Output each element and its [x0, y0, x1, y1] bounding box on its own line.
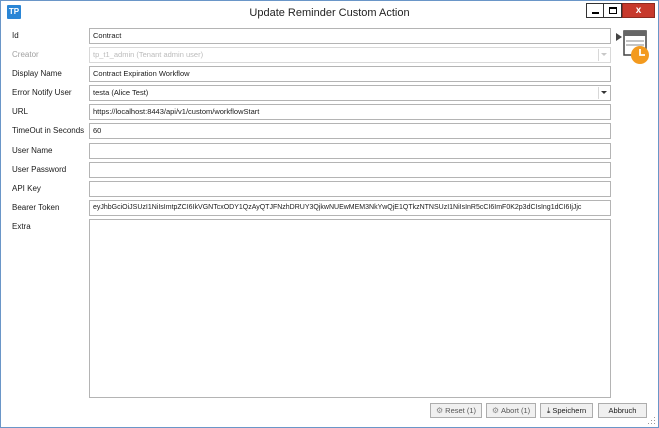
dropdown-separator: [598, 87, 599, 99]
window-title: Update Reminder Custom Action: [249, 7, 410, 19]
bearer-token-field[interactable]: eyJhbGciOiJSUzI1NiIsImtpZCI6IkVGNTcxODY1…: [89, 200, 611, 216]
id-label: Id: [12, 31, 19, 40]
title-bar[interactable]: TP Update Reminder Custom Action x: [1, 1, 658, 25]
maximize-button[interactable]: [604, 3, 622, 18]
resize-grip-icon[interactable]: [648, 417, 656, 425]
url-label: URL: [12, 107, 29, 116]
chevron-down-icon[interactable]: [601, 91, 607, 94]
cancel-button-label: Abbruch: [608, 406, 637, 415]
user-name-label: User Name: [12, 146, 53, 155]
id-field[interactable]: Contract: [89, 28, 611, 44]
gear-icon: ⚙: [435, 405, 444, 415]
dialog-window: TP Update Reminder Custom Action x Id Co…: [0, 0, 659, 428]
reset-button-label: Reset (1): [445, 406, 476, 415]
close-icon: x: [635, 4, 642, 16]
abort-button[interactable]: ⚙ Abort (1): [486, 403, 536, 418]
save-button-label: Speichern: [552, 406, 587, 415]
minimize-button[interactable]: [586, 3, 604, 18]
extra-textarea[interactable]: [89, 219, 611, 398]
url-field[interactable]: https://localhost:8443/api/v1/custom/wor…: [89, 104, 611, 120]
gear-icon: ⚙: [491, 405, 499, 415]
timeout-label: TimeOut in Seconds: [12, 126, 85, 135]
minimize-icon: [591, 12, 599, 14]
abort-button-label: Abort (1): [500, 406, 531, 415]
scheduled-action-icon: [616, 30, 649, 64]
close-button[interactable]: x: [622, 3, 655, 18]
display-name-label: Display Name: [12, 69, 62, 78]
user-password-label: User Password: [12, 165, 67, 174]
user-name-field[interactable]: [89, 143, 611, 159]
maximize-icon: [608, 7, 617, 14]
cancel-button[interactable]: Abbruch: [598, 403, 647, 418]
user-password-field[interactable]: [89, 162, 611, 178]
extra-label: Extra: [12, 222, 31, 231]
creator-dropdown: tp_t1_admin (Tenant admin user): [89, 47, 611, 63]
chevron-down-icon: [601, 53, 607, 56]
reset-button[interactable]: ⚙ Reset (1): [430, 403, 482, 418]
display-name-field[interactable]: Contract Expiration Workflow: [89, 66, 611, 82]
error-notify-user-label: Error Notify User: [12, 88, 72, 97]
creator-label: Creator: [12, 50, 39, 59]
api-key-field[interactable]: [89, 181, 611, 197]
save-button[interactable]: ⤓ Speichern: [540, 403, 593, 418]
error-notify-user-dropdown[interactable]: testa (Alice Test): [89, 85, 611, 101]
error-notify-user-value: testa (Alice Test): [93, 88, 149, 97]
creator-value: tp_t1_admin (Tenant admin user): [93, 50, 204, 59]
save-icon: ⤓: [546, 405, 551, 415]
timeout-field[interactable]: 60: [89, 123, 611, 139]
dropdown-separator: [598, 49, 599, 61]
api-key-label: API Key: [12, 184, 41, 193]
bearer-token-label: Bearer Token: [12, 203, 60, 212]
